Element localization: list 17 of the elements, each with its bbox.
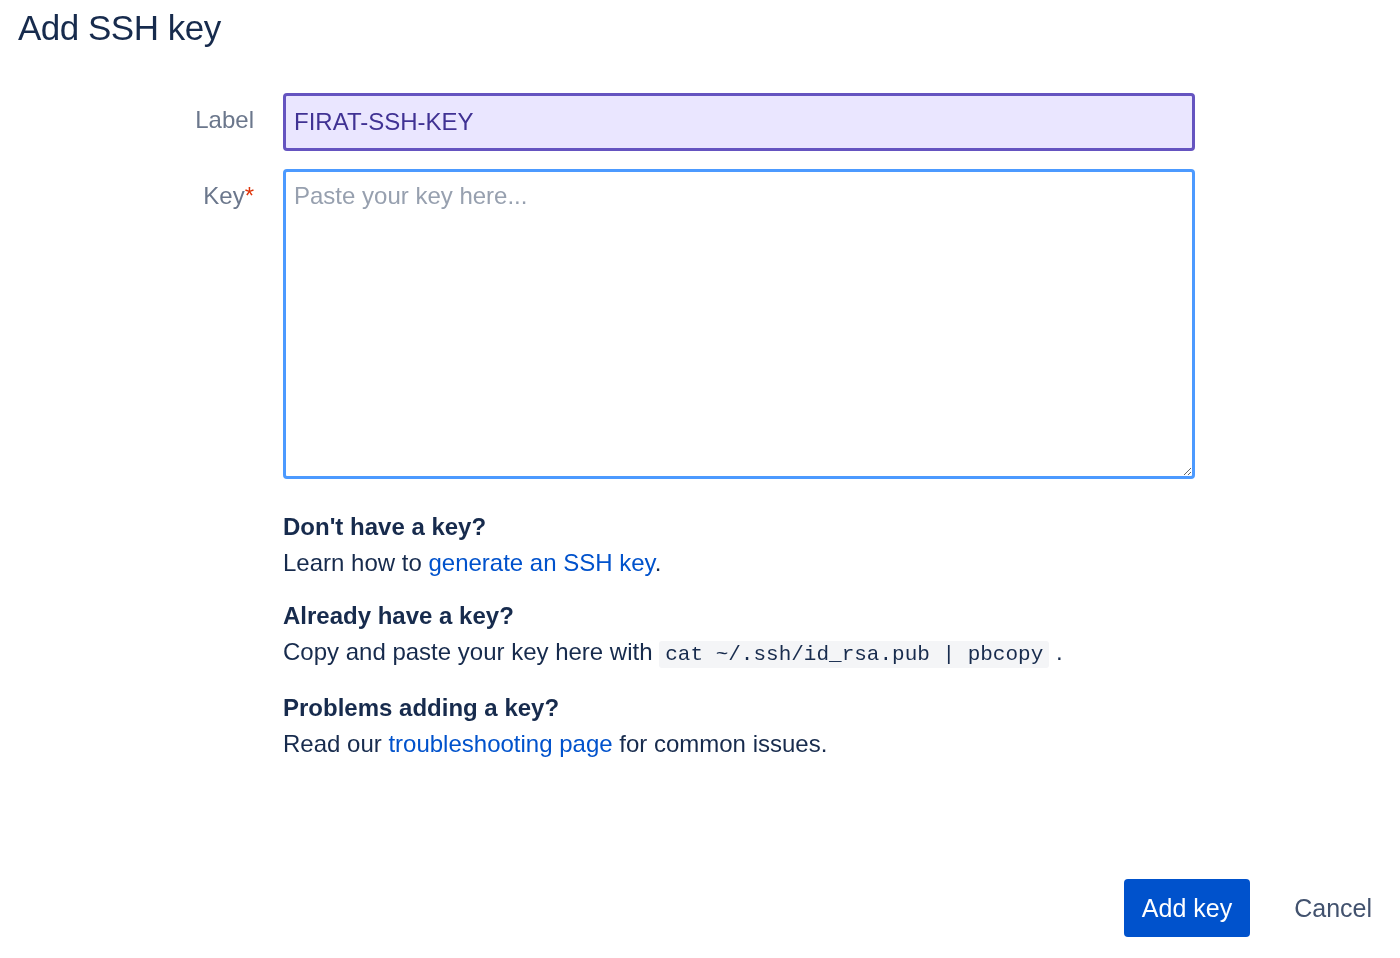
key-text-area[interactable]: Paste your key here... <box>283 169 1195 479</box>
required-asterisk: * <box>244 182 254 209</box>
help-link[interactable]: troubleshooting page <box>388 730 613 757</box>
cancel-button[interactable]: Cancel <box>1268 879 1372 937</box>
add-key-button[interactable]: Add key <box>1123 879 1251 937</box>
label-input-field[interactable]: FIRAT-SSH-KEY <box>283 93 1195 151</box>
page-title: Add SSH key <box>18 8 222 48</box>
field-label: Key <box>203 182 245 209</box>
code-snippet: cat ~/.ssh/id_rsa.pub | pbcopy <box>659 641 1050 668</box>
help-heading: Already have a key? <box>283 601 515 631</box>
field-label: Label <box>195 106 254 133</box>
help-text: Copy and paste your key here with cat ~/.ssh/id_rsa.pub | pbcopy . <box>283 637 1064 670</box>
help-text: Read our troubleshooting page for common issues. <box>283 729 829 759</box>
help-text: Learn how to generate an SSH key. <box>283 548 663 578</box>
help-heading: Problems adding a key? <box>283 693 561 723</box>
help-link[interactable]: generate an SSH key <box>428 549 655 576</box>
help-heading: Don't have a key? <box>283 512 488 542</box>
